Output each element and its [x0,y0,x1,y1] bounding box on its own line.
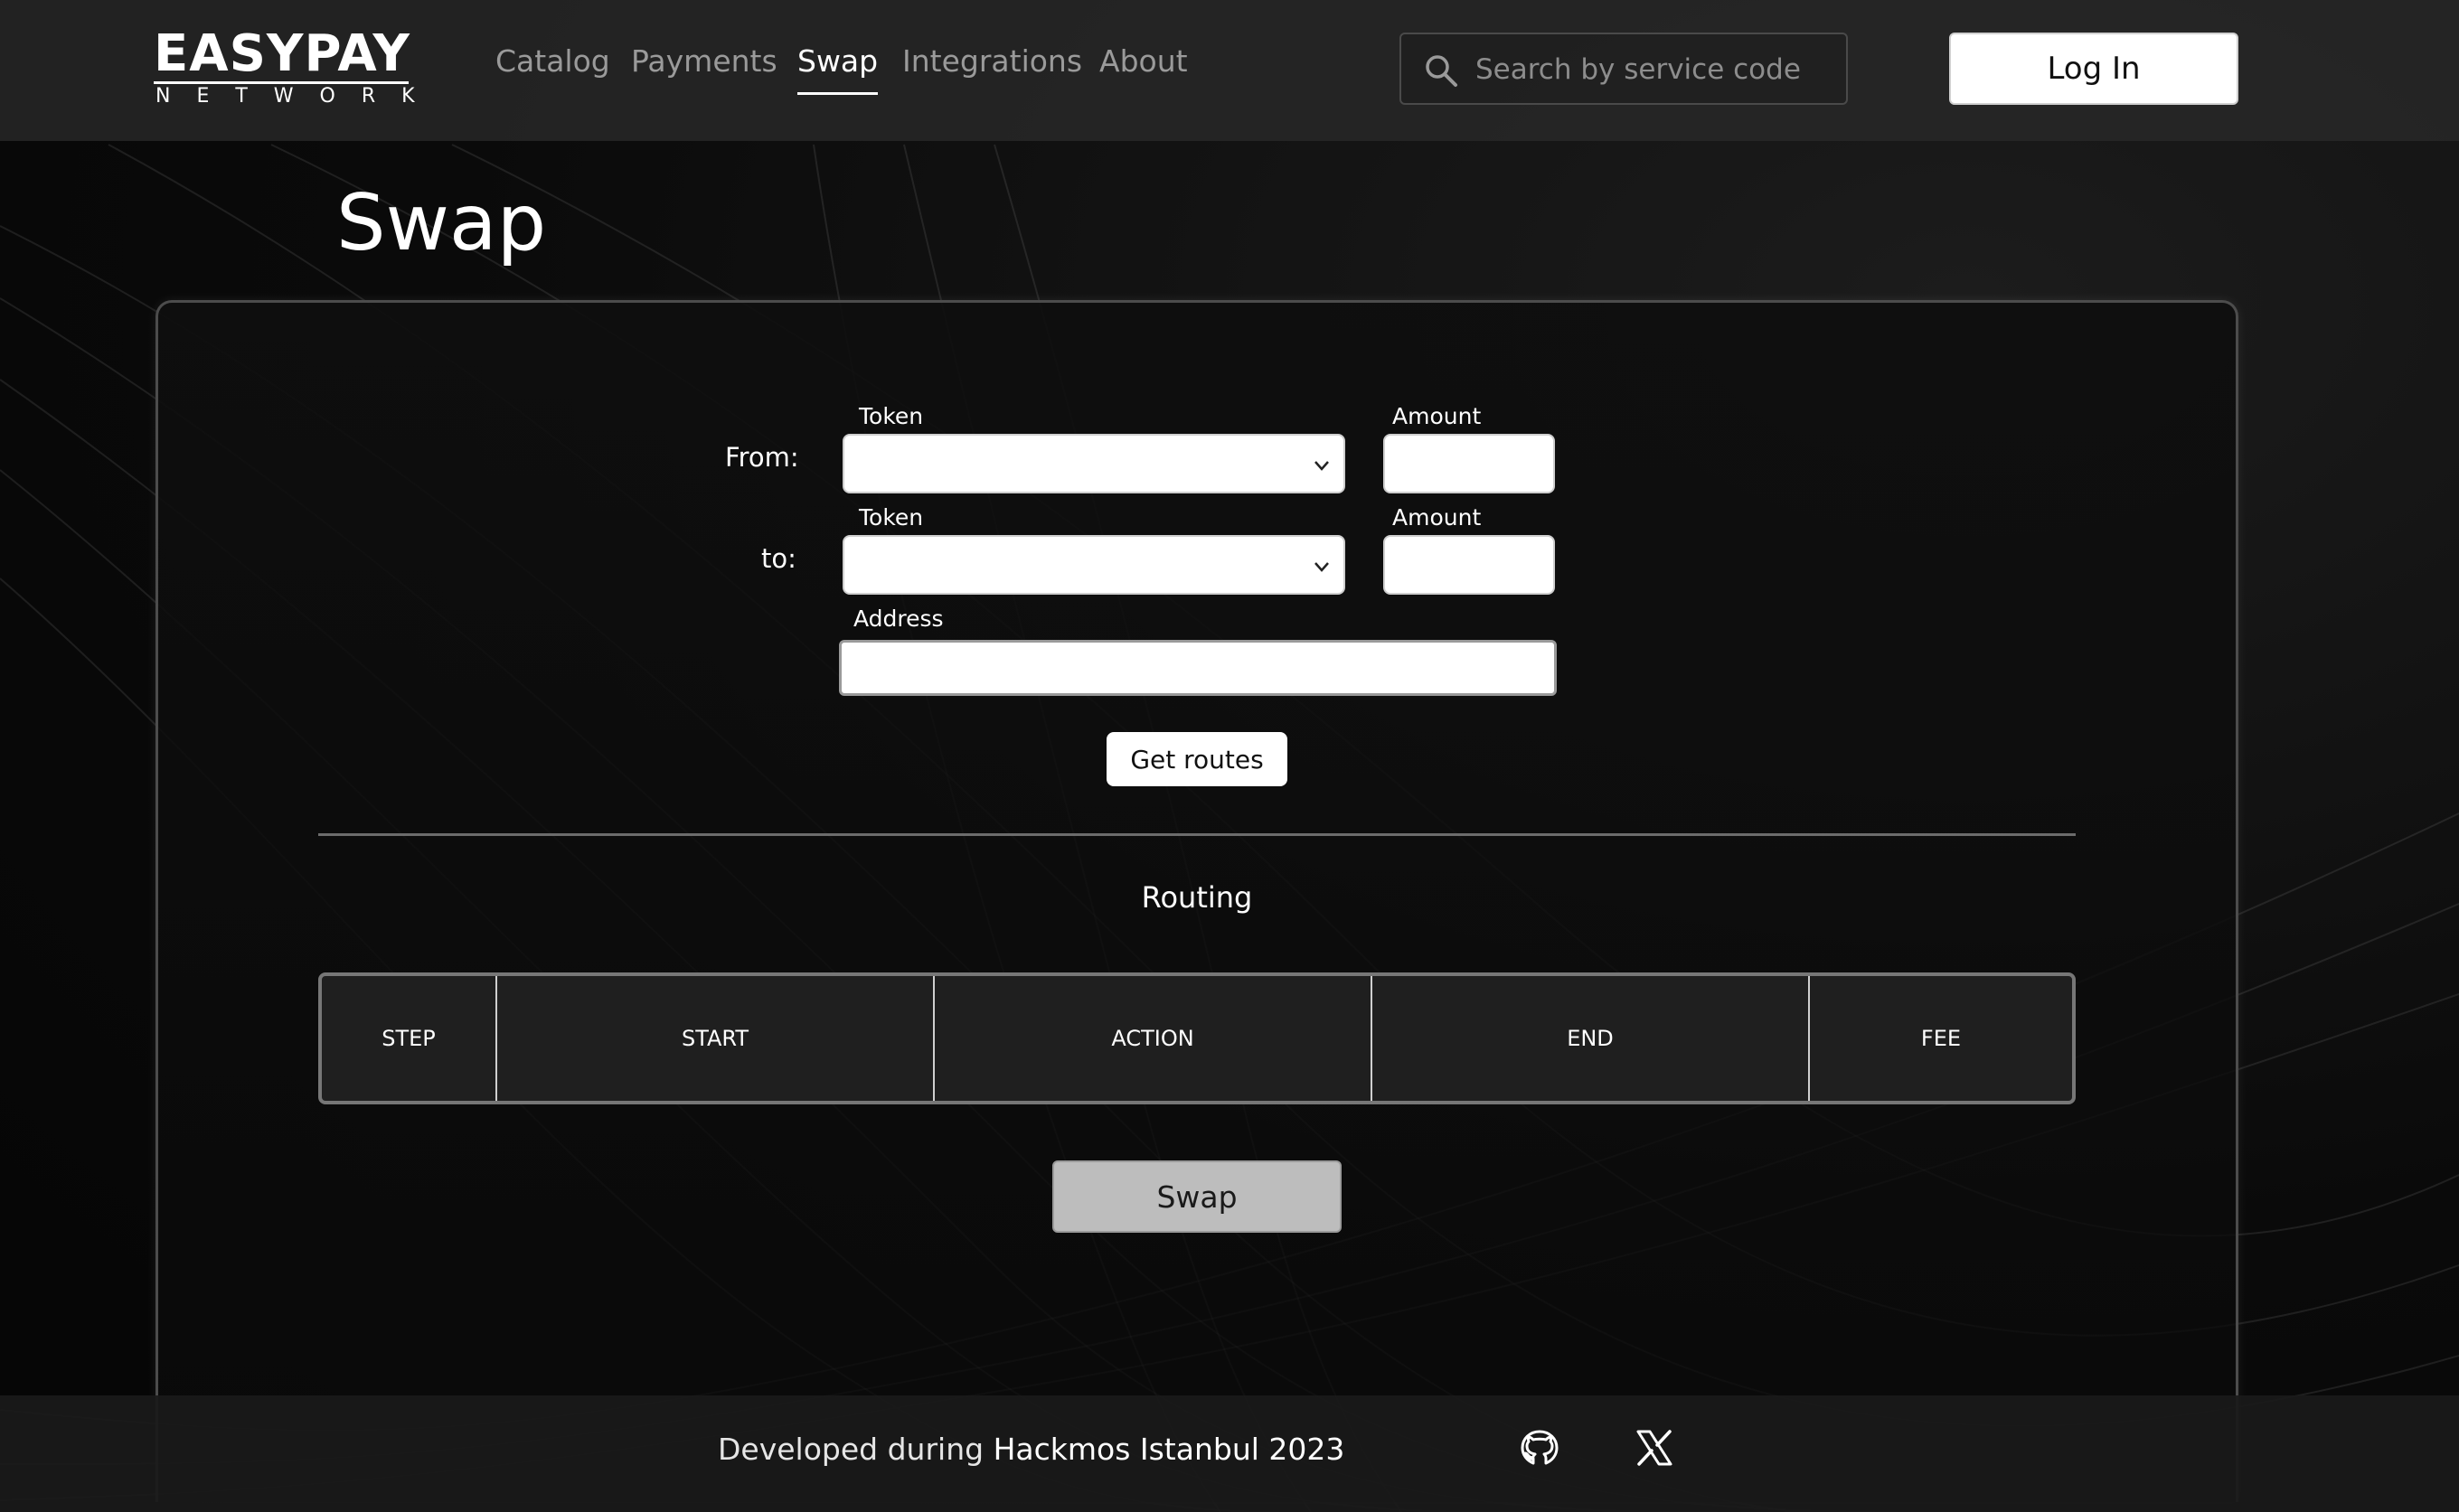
to-token-select[interactable] [843,535,1345,595]
to-amount-label: Amount [1392,504,1482,531]
address-label: Address [853,606,944,632]
search-input[interactable] [1475,47,1837,92]
chevron-down-icon [1314,461,1329,471]
routing-table: STEP START ACTION END FEE [318,972,2076,1104]
to-label: to: [761,543,796,574]
top-navbar: EASYPAY NETWORK Catalog Payments Swap In… [0,0,2459,141]
page-title: Swap [336,178,547,268]
to-amount-input[interactable] [1383,535,1555,595]
chevron-down-icon [1314,562,1329,572]
from-amount-label: Amount [1392,403,1482,429]
from-token-label: Token [859,403,924,429]
search-box [1399,33,1848,105]
column-header-fee: FEE [1920,1026,1962,1051]
from-token-select[interactable] [843,434,1345,493]
column-header-start: START [497,976,935,1101]
from-label: From: [725,442,799,473]
get-routes-button[interactable]: Get routes [1107,732,1287,786]
nav-item-integrations[interactable]: Integrations [902,40,1082,83]
x-icon[interactable] [1633,1426,1676,1470]
section-divider [318,833,2076,836]
swap-button[interactable]: Swap [1052,1160,1342,1233]
nav-item-swap-label: Swap [797,43,879,79]
github-icon[interactable] [1517,1426,1562,1471]
nav-item-about[interactable]: About [1099,40,1188,83]
active-nav-underline [797,92,879,95]
easypay-logo[interactable]: EASYPAY NETWORK [154,27,416,108]
column-header-step: STEP [322,976,497,1101]
address-input[interactable] [839,640,1557,696]
footer-credit-prefix: Developed during [718,1432,985,1467]
nav-item-payments[interactable]: Payments [631,40,777,83]
nav-item-catalog[interactable]: Catalog [495,40,610,83]
footer-credit: Developed during Hackmos Istanbul 2023 [718,1432,1344,1467]
login-button[interactable]: Log In [1949,33,2238,105]
routing-title: Routing [1141,880,1253,915]
search-icon [1426,55,1457,87]
footer: Developed during Hackmos Istanbul 2023 [0,1395,2459,1512]
to-token-label: Token [859,504,924,531]
logo-wordmark: EASYPAY [154,24,410,83]
footer-event-link[interactable]: Hackmos Istanbul 2023 [994,1432,1345,1467]
nav-item-swap[interactable]: Swap [797,40,879,95]
logo-subtitle: NETWORK [154,81,415,108]
from-amount-input[interactable] [1383,434,1555,493]
column-header-action: ACTION [935,976,1372,1101]
column-header-end: END [1372,976,1810,1101]
